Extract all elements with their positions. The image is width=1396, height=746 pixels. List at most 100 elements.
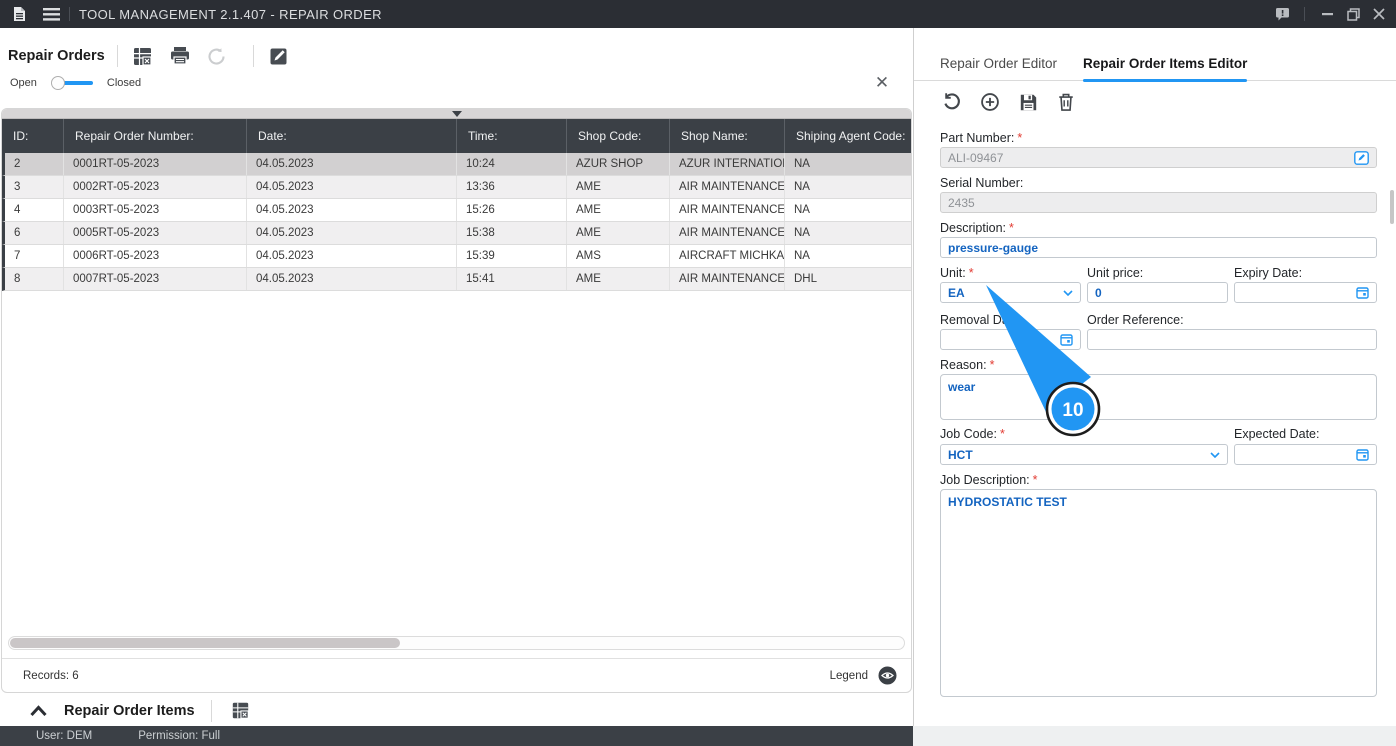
table-cell: 6 bbox=[5, 222, 64, 244]
serial-number-field: 2435 bbox=[940, 192, 1377, 213]
table-row[interactable]: 3 0002RT-05-2023 04.05.2023 13:36 AME AIR MAI… bbox=[2, 176, 911, 199]
chevron-down-icon[interactable] bbox=[1210, 451, 1220, 458]
reason-field[interactable]: wear bbox=[940, 374, 1377, 420]
column-header[interactable]: Repair Order Number: bbox=[64, 119, 247, 153]
vertical-scrollbar-thumb[interactable] bbox=[1390, 190, 1394, 224]
maximize-icon[interactable] bbox=[1340, 0, 1366, 28]
horizontal-scrollbar[interactable] bbox=[8, 636, 905, 650]
table-row[interactable]: 6 0005RT-05-2023 04.05.2023 15:38 AME AIR MAI… bbox=[2, 222, 911, 245]
table-row[interactable]: 4 0003RT-05-2023 04.05.2023 15:26 AME AIR MAI… bbox=[2, 199, 911, 222]
column-header[interactable]: Date: bbox=[247, 119, 457, 153]
table-cell: 0003RT-05-2023 bbox=[64, 199, 247, 221]
edit-icon[interactable] bbox=[266, 43, 292, 69]
repair-orders-grid: ID: Repair Order Number: Date: Time: Shop Co… bbox=[1, 108, 912, 693]
toggle-open-label: Open bbox=[10, 77, 37, 89]
column-header[interactable]: ID: bbox=[2, 119, 64, 153]
calendar-icon[interactable] bbox=[1060, 333, 1073, 346]
undo-icon[interactable] bbox=[940, 90, 964, 114]
required-asterisk: * bbox=[968, 266, 974, 280]
document-icon bbox=[10, 5, 28, 23]
feedback-icon[interactable] bbox=[1269, 0, 1295, 28]
legend-eye-icon[interactable] bbox=[878, 666, 897, 685]
table-row[interactable]: 2 0001RT-05-2023 04.05.2023 10:24 AZUR SHOP A… bbox=[2, 153, 911, 176]
toolbar-separator bbox=[252, 45, 254, 67]
table-cell: 04.05.2023 bbox=[247, 199, 457, 221]
grid-header-row[interactable]: ID: Repair Order Number: Date: Time: Shop Co… bbox=[2, 119, 911, 153]
records-count: Records: 6 bbox=[23, 669, 79, 682]
expected-date-label: Expected Date: bbox=[1234, 427, 1320, 441]
table-cell: 10:24 bbox=[457, 153, 567, 175]
table-cell: AME bbox=[567, 176, 670, 198]
table-cell: 04.05.2023 bbox=[247, 153, 457, 175]
column-header[interactable]: Shiping Agent Code: bbox=[785, 119, 911, 153]
excel-export-icon[interactable] bbox=[228, 698, 254, 724]
column-header[interactable]: Shop Name: bbox=[670, 119, 785, 153]
required-asterisk: * bbox=[989, 358, 995, 372]
expiry-date-label: Expiry Date: bbox=[1234, 266, 1303, 280]
required-asterisk: * bbox=[1009, 221, 1014, 235]
excel-export-icon[interactable] bbox=[130, 43, 156, 69]
job-code-label: Job Code: * bbox=[940, 427, 1005, 441]
table-cell: AZUR SHOP bbox=[567, 153, 670, 175]
order-reference-field[interactable] bbox=[1087, 329, 1377, 350]
save-icon[interactable] bbox=[1016, 90, 1040, 114]
calendar-icon[interactable] bbox=[1356, 448, 1369, 461]
titlebar-separator bbox=[69, 7, 70, 21]
filter-collapse-bar[interactable] bbox=[2, 109, 911, 119]
job-description-label: Job Description: * bbox=[940, 473, 1038, 487]
table-cell: 15:26 bbox=[457, 199, 567, 221]
table-cell: AMS bbox=[567, 245, 670, 267]
close-icon[interactable]: ✕ bbox=[872, 73, 892, 93]
chevron-down-icon[interactable] bbox=[1063, 289, 1073, 296]
table-cell: AIR MAINTENANCE E... bbox=[670, 222, 785, 244]
table-cell: 4 bbox=[5, 199, 64, 221]
table-cell: 0002RT-05-2023 bbox=[64, 176, 247, 198]
table-cell: 0006RT-05-2023 bbox=[64, 245, 247, 267]
refresh-icon[interactable] bbox=[204, 43, 230, 69]
table-row[interactable]: 7 0006RT-05-2023 04.05.2023 15:39 AMS AIRCRAF… bbox=[2, 245, 911, 268]
unit-price-field[interactable]: 0 bbox=[1087, 282, 1228, 303]
menu-icon[interactable] bbox=[42, 5, 60, 23]
titlebar: TOOL MANAGEMENT 2.1.407 - REPAIR ORDER bbox=[0, 0, 1396, 28]
table-cell: 3 bbox=[5, 176, 64, 198]
job-description-field[interactable]: HYDROSTATIC TEST bbox=[940, 489, 1377, 697]
print-icon[interactable] bbox=[167, 43, 193, 69]
grid-empty-area bbox=[2, 291, 911, 632]
window-close-icon[interactable] bbox=[1366, 0, 1392, 28]
description-label: Description: * bbox=[940, 221, 1014, 235]
toolbar-separator bbox=[116, 45, 118, 67]
job-code-select[interactable]: HCT bbox=[940, 444, 1228, 465]
table-cell: 8 bbox=[5, 268, 64, 290]
removal-date-field[interactable] bbox=[940, 329, 1081, 350]
statusbar-right-filler bbox=[913, 726, 1396, 746]
scrollbar-thumb[interactable] bbox=[10, 638, 400, 648]
minimize-icon[interactable] bbox=[1314, 0, 1340, 28]
table-cell: NA bbox=[785, 176, 911, 198]
required-asterisk: * bbox=[1032, 473, 1038, 487]
unit-select[interactable]: EA bbox=[940, 282, 1081, 303]
table-cell: 04.05.2023 bbox=[247, 176, 457, 198]
column-header[interactable]: Shop Code: bbox=[567, 119, 670, 153]
column-header[interactable]: Time: bbox=[457, 119, 567, 153]
table-row[interactable]: 8 0007RT-05-2023 04.05.2023 15:41 AME AIR MAI… bbox=[2, 268, 911, 291]
table-cell: AIR MAINTENANCE E... bbox=[670, 199, 785, 221]
lookup-icon[interactable] bbox=[1354, 150, 1369, 165]
tab-repair-order-items-editor[interactable]: Repair Order Items Editor bbox=[1083, 48, 1248, 82]
table-cell: NA bbox=[785, 153, 911, 175]
add-icon[interactable] bbox=[978, 90, 1002, 114]
statusbar-user: User: DEM bbox=[36, 730, 93, 742]
tab-repair-order-editor[interactable]: Repair Order Editor bbox=[940, 48, 1057, 80]
collapse-section-icon[interactable] bbox=[30, 704, 48, 718]
open-closed-toggle[interactable] bbox=[50, 76, 93, 90]
expected-date-field[interactable] bbox=[1234, 444, 1377, 465]
part-number-field: ALI-09467 bbox=[940, 147, 1377, 168]
titlebar-separator bbox=[1304, 7, 1305, 21]
order-reference-label: Order Reference: bbox=[1087, 313, 1184, 327]
description-field[interactable]: pressure-gauge bbox=[940, 237, 1377, 258]
delete-icon[interactable] bbox=[1054, 90, 1078, 114]
table-cell: 0001RT-05-2023 bbox=[64, 153, 247, 175]
table-cell: DHL bbox=[785, 268, 911, 290]
expiry-date-field[interactable] bbox=[1234, 282, 1377, 303]
calendar-icon[interactable] bbox=[1356, 286, 1369, 299]
table-cell: 0005RT-05-2023 bbox=[64, 222, 247, 244]
